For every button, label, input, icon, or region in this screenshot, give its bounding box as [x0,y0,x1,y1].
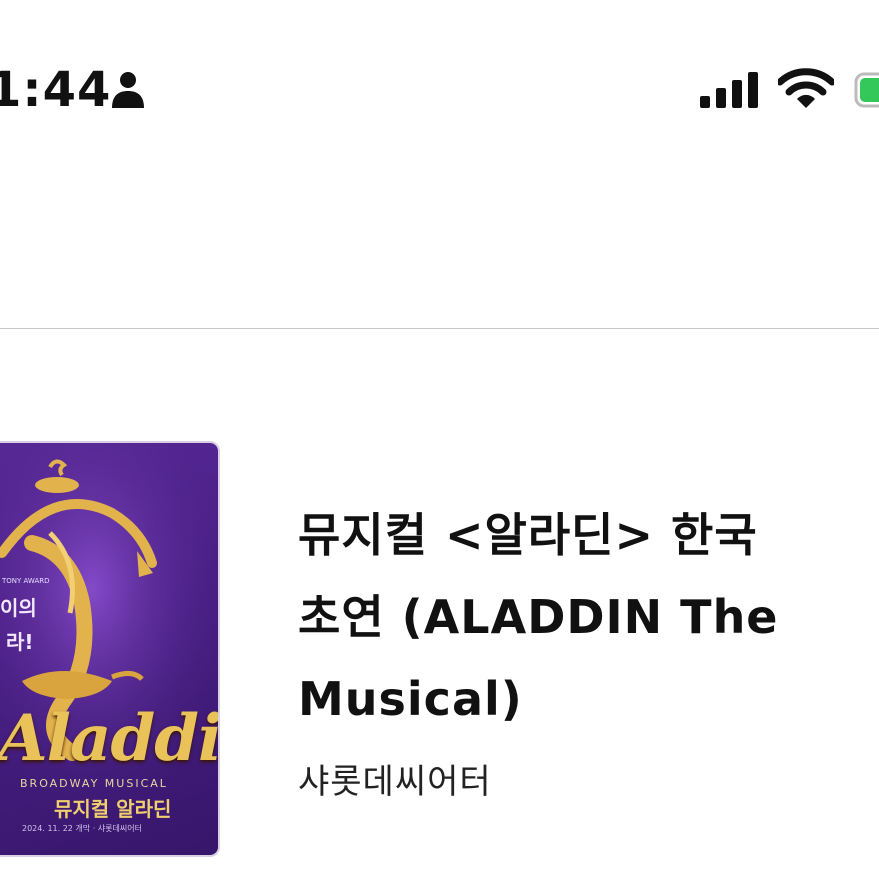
poster-korean-title-art: 뮤지컬 알라딘 [54,797,172,821]
header-divider [0,328,879,329]
svg-text:라!: 라! [6,630,34,654]
status-bar: 1:44 [0,0,879,180]
wifi-icon [778,68,834,108]
poster-subtitle-art: BROADWAY MUSICAL [20,777,168,790]
svg-text:TONY AWARD: TONY AWARD [1,577,50,585]
status-time: 1:44 [0,62,112,118]
signal-icon [700,72,758,108]
show-venue: 샤롯데씨어터 [298,762,492,802]
show-poster-image[interactable]: TONY AWARD 이의 라! Aladdin BROADWAY MUSICA… [0,441,220,857]
show-title[interactable]: 뮤지컬 <알라딘> 한국 초연 (ALADDIN The Musical) [298,494,879,740]
poster-date-art: 2024. 11. 22 개막 · 샤롯데씨어터 [22,824,142,833]
poster-title-art: Aladdin [0,701,220,776]
battery-icon [854,72,879,108]
person-icon [112,72,144,108]
svg-text:이의: 이의 [0,596,37,620]
show-info: 뮤지컬 <알라딘> 한국 초연 (ALADDIN The Musical) 샤롯… [298,494,879,803]
